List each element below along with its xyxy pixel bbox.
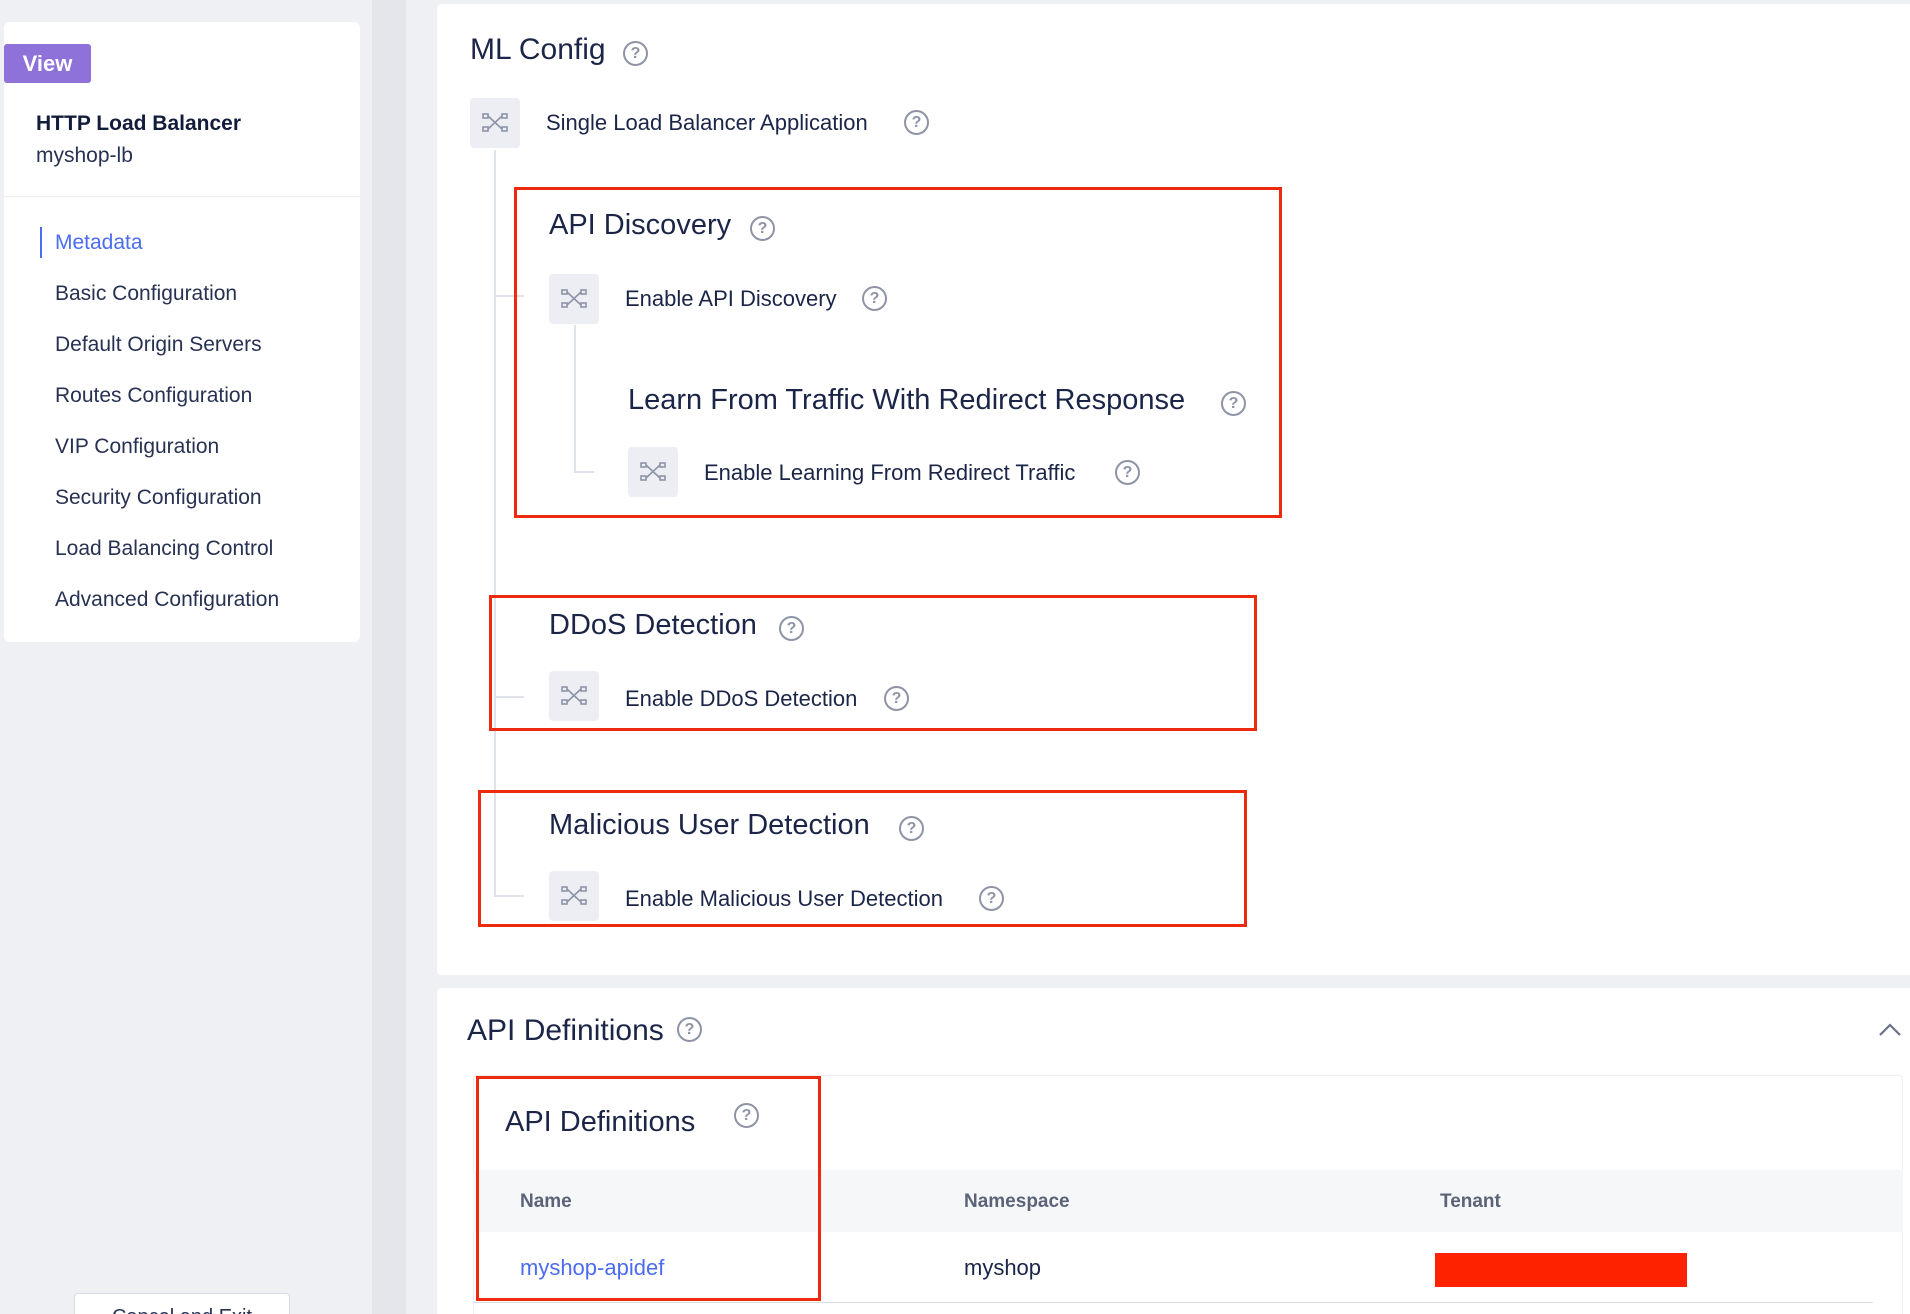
- sidebar-item-security-configuration[interactable]: Security Configuration: [40, 485, 279, 536]
- sidebar-item-advanced-configuration[interactable]: Advanced Configuration: [40, 587, 279, 638]
- branch-node-icon: [549, 671, 599, 721]
- sidebar-nav: Metadata Basic Configuration Default Ori…: [40, 227, 279, 638]
- ddos-detection-title: DDoS Detection: [549, 609, 757, 641]
- tree-connector: [494, 150, 496, 895]
- redacted-tenant: [1435, 1253, 1687, 1287]
- help-icon[interactable]: ?: [1115, 460, 1140, 485]
- ml-config-title: ML Config: [470, 33, 606, 66]
- enable-api-discovery-label: Enable API Discovery: [625, 286, 837, 311]
- sidebar-item-routes-configuration[interactable]: Routes Configuration: [40, 383, 279, 434]
- api-discovery-title: API Discovery: [549, 209, 732, 241]
- help-icon[interactable]: ?: [750, 216, 775, 241]
- lb-name-label: myshop-lb: [36, 144, 133, 167]
- branch-node-icon: [549, 274, 599, 324]
- branch-node-icon: [549, 871, 599, 921]
- sidebar-item-load-balancing-control[interactable]: Load Balancing Control: [40, 536, 279, 587]
- sidebar-item-metadata[interactable]: Metadata: [40, 227, 279, 281]
- sidebar-item-basic-configuration[interactable]: Basic Configuration: [40, 281, 279, 332]
- highlight-box: [476, 1076, 821, 1301]
- learn-from-traffic-title: Learn From Traffic With Redirect Respons…: [628, 384, 1186, 416]
- sidebar-item-vip-configuration[interactable]: VIP Configuration: [40, 434, 279, 485]
- table-row-divider: [473, 1302, 1873, 1303]
- help-icon[interactable]: ?: [884, 686, 909, 711]
- malicious-user-detection-title: Malicious User Detection: [549, 809, 870, 841]
- view-badge: View: [4, 44, 91, 83]
- row-namespace: myshop: [964, 1255, 1042, 1280]
- column-header-namespace[interactable]: Namespace: [964, 1191, 1070, 1213]
- column-header-tenant[interactable]: Tenant: [1440, 1191, 1501, 1213]
- help-icon[interactable]: ?: [623, 41, 648, 66]
- single-lb-application-label: Single Load Balancer Application: [546, 110, 868, 135]
- help-icon[interactable]: ?: [979, 886, 1004, 911]
- help-icon[interactable]: ?: [677, 1017, 702, 1042]
- sidebar-item-default-origin-servers[interactable]: Default Origin Servers: [40, 332, 279, 383]
- help-icon[interactable]: ?: [862, 286, 887, 311]
- chevron-up-icon[interactable]: [1877, 1017, 1903, 1043]
- branch-node-icon: [628, 447, 678, 497]
- help-icon[interactable]: ?: [1221, 391, 1246, 416]
- sidebar-divider: [4, 196, 360, 197]
- enable-ddos-detection-label: Enable DDoS Detection: [625, 686, 858, 711]
- help-icon[interactable]: ?: [779, 616, 804, 641]
- enable-learning-redirect-label: Enable Learning From Redirect Traffic: [704, 460, 1076, 485]
- help-icon[interactable]: ?: [904, 110, 929, 135]
- lb-type-label: HTTP Load Balancer: [36, 112, 241, 135]
- scroll-gutter: [372, 0, 406, 1314]
- help-icon[interactable]: ?: [899, 816, 924, 841]
- api-definitions-section-title: API Definitions: [467, 1014, 664, 1047]
- enable-malicious-user-detection-label: Enable Malicious User Detection: [625, 886, 943, 911]
- cancel-and-exit-button[interactable]: Cancel and Exit: [74, 1293, 290, 1314]
- sidebar: View HTTP Load Balancer myshop-lb Metada…: [4, 22, 360, 642]
- branch-node-icon: [470, 98, 520, 148]
